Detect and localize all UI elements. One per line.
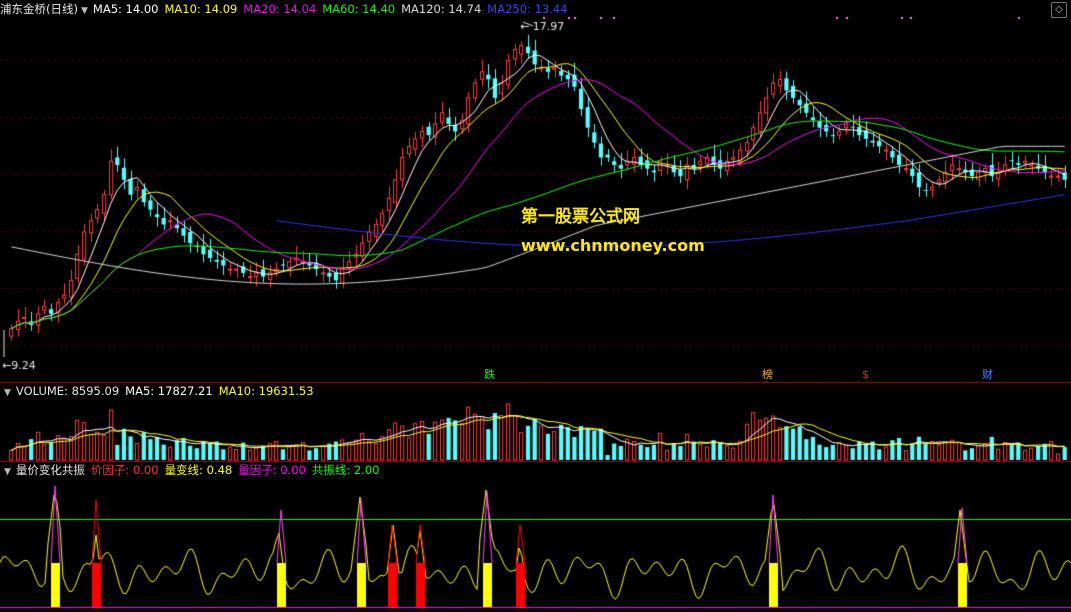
ma-legend-item-2: MA20: 14.04 [243,2,317,16]
indicator-title: 量价变化共振 [15,463,85,477]
price-panel-header: 浦东金桥(日线) ▼ MA5: 14.00 MA10: 14.09 MA20: 14.0… [0,0,580,18]
stock-chart-canvas[interactable] [0,0,1071,612]
indicator-item-1: 量变线: 0.48 [164,463,233,477]
ma-legend-item-1: MA10: 14.09 [164,2,238,16]
dropdown-icon[interactable]: ▼ [4,384,11,402]
ma-legend-item-3: MA60: 14.40 [322,2,396,16]
volume-panel-header: ▼ VOLUME: 8595.09 MA5: 17827.21 MA10: 19631… [0,382,326,400]
event-marker-1[interactable]: 榜 [762,369,773,381]
dropdown-icon[interactable]: ▼ [4,463,11,481]
panel-menu-icon[interactable]: ◇ [1051,2,1067,18]
event-marker-2[interactable]: $ [862,369,869,381]
volume-ma-item-0: MA5: 17827.21 [125,384,213,398]
volume-ma-item-1: MA10: 19631.53 [218,384,314,398]
volume-ma-legend: MA5: 17827.21 MA10: 19631.53 [125,384,319,398]
indicator-legend: 价因子: 0.00 量变线: 0.48 量因子: 0.00 共振线: 2.00 [91,463,386,477]
watermark-title: 第一股票公式网 [521,207,640,227]
event-marker-0[interactable]: 跌 [484,369,495,381]
indicator-item-3: 共振线: 2.00 [311,463,380,477]
indicator-item-2: 量因子: 0.00 [238,463,306,477]
event-marker-3[interactable]: 财 [982,369,993,381]
indicator-panel-header: ▼ 量价变化共振 价因子: 0.00 量变线: 0.48 量因子: 0.00 共振线: 2… [0,461,391,479]
ma-legend-item-4: MA120: 14.74 [401,2,482,16]
ma-legend: MA5: 14.00 MA10: 14.09 MA20: 14.04 MA60: 14… [93,2,574,16]
ma-legend-item-5: MA250: 13.44 [487,2,568,16]
watermark-url: www.chnmoney.com [521,236,705,255]
volume-title: VOLUME: 8595.09 [15,384,120,398]
stock-title[interactable]: 浦东金桥(日线) [0,2,78,16]
indicator-item-0: 价因子: 0.00 [90,463,159,477]
ma-legend-item-0: MA5: 14.00 [92,2,159,16]
dropdown-icon[interactable]: ▼ [81,2,88,20]
